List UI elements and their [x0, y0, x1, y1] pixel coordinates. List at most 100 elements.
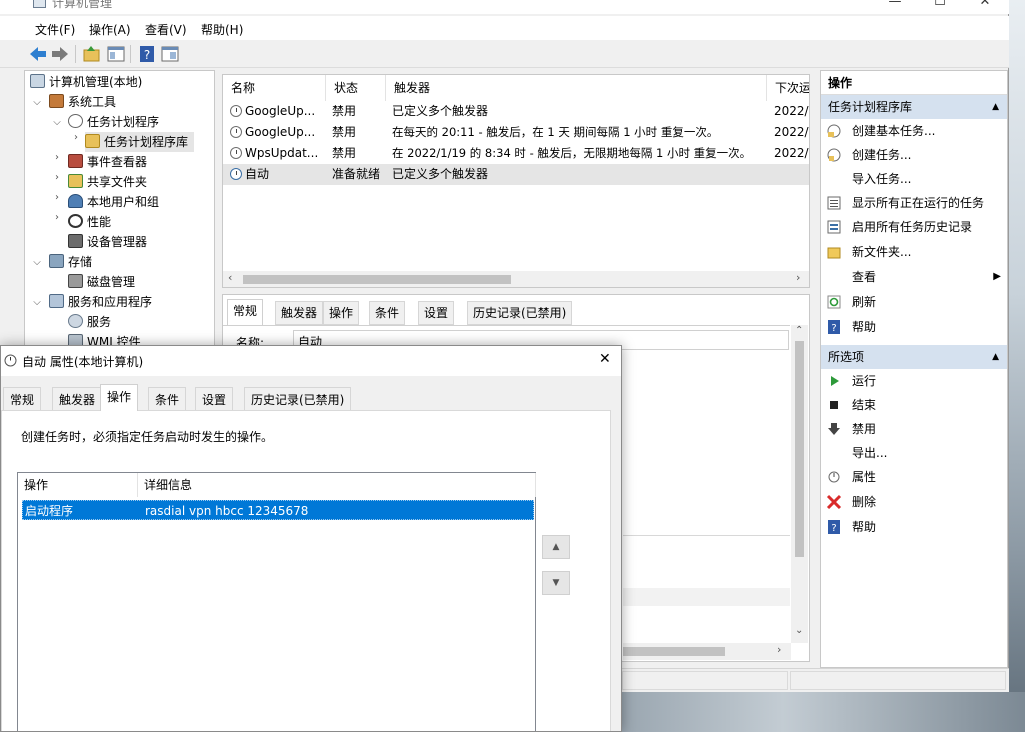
show-hide-console-tree-icon[interactable] [106, 44, 126, 64]
move-up-button[interactable]: ▲ [542, 535, 570, 559]
dialog-tab-conditions[interactable]: 条件 [148, 387, 187, 411]
table-row[interactable]: WpsUpdat... 禁用 在 2022/1/19 的 8:34 时 - 触发… [223, 143, 809, 164]
section-header-selected-item[interactable]: 所选项 ▲ [821, 345, 1007, 369]
chevron-right-icon[interactable]: › [51, 172, 63, 183]
help-icon: ? [828, 520, 840, 534]
tree-item-services[interactable]: 服务 [68, 312, 111, 332]
tools-icon [49, 94, 64, 108]
column-header-details[interactable]: 详细信息 [138, 473, 536, 497]
tab-conditions[interactable]: 条件 [369, 301, 406, 325]
tree-item-local-users-groups[interactable]: 本地用户和组 [68, 192, 159, 212]
tree-item-services-apps[interactable]: 服务和应用程序 [49, 292, 152, 312]
chevron-right-icon[interactable]: › [51, 152, 63, 163]
up-folder-icon[interactable] [82, 44, 102, 64]
chevron-down-icon[interactable]: ⌵ [31, 97, 43, 108]
chevron-down-icon[interactable]: ⌵ [51, 117, 63, 128]
chevron-right-icon[interactable]: › [51, 212, 63, 223]
action-run[interactable]: 运行 [821, 369, 1007, 393]
vertical-scrollbar[interactable]: ⌃ ⌄ [791, 325, 808, 643]
disk-icon [68, 274, 83, 288]
tree-item-event-viewer[interactable]: 事件查看器 [68, 152, 147, 172]
action-help-selected[interactable]: ? 帮助 [821, 515, 1007, 539]
tree-item-disk-management[interactable]: 磁盘管理 [68, 272, 135, 292]
table-row-selected[interactable]: 启动程序 rasdial vpn hbcc 12345678 [22, 500, 534, 520]
action-end[interactable]: 结束 [821, 393, 1007, 417]
tree-item-computer-management[interactable]: 计算机管理(本地) [30, 72, 142, 92]
column-header-action[interactable]: 操作 [18, 473, 138, 497]
dialog-tab-history[interactable]: 历史记录(已禁用) [244, 387, 352, 411]
scrollbar-thumb[interactable] [243, 275, 511, 284]
action-import-task[interactable]: 导入任务... [821, 167, 1007, 191]
tree-item-storage[interactable]: 存储 [49, 252, 92, 272]
action-view[interactable]: 查看 ▶ [821, 265, 1007, 289]
tree-item-device-manager[interactable]: 设备管理器 [68, 232, 147, 252]
tab-triggers[interactable]: 触发器 [275, 301, 324, 325]
column-header-name[interactable]: 名称 [223, 75, 326, 101]
scrollbar-thumb[interactable] [795, 341, 804, 557]
help-icon[interactable]: ? [137, 44, 157, 64]
tab-general[interactable]: 常规 [227, 299, 264, 326]
maximize-button[interactable]: ☐ [925, 0, 955, 9]
collapse-icon[interactable]: ▲ [992, 95, 999, 119]
horizontal-scrollbar[interactable]: ‹ › [223, 271, 809, 287]
chevron-down-icon[interactable]: ⌵ [31, 297, 43, 308]
scroll-up-icon[interactable]: ⌃ [795, 325, 803, 336]
menu-action[interactable]: 操作(A) [89, 21, 131, 38]
action-refresh[interactable]: 刷新 [821, 290, 1007, 314]
clock-icon [4, 354, 17, 367]
action-help[interactable]: ? 帮助 [821, 315, 1007, 339]
task-list: 名称 状态 触发器 下次运 GoogleUp... 禁用 已定义多个触发器 20… [222, 74, 810, 288]
scroll-left-icon[interactable]: ‹ [228, 271, 232, 284]
menu-help[interactable]: 帮助(H) [201, 21, 243, 38]
table-row[interactable]: GoogleUp... 禁用 已定义多个触发器 2022/ [223, 101, 809, 122]
tree-item-label: 设备管理器 [87, 235, 148, 249]
chevron-right-icon[interactable]: › [51, 192, 63, 203]
properties-icon[interactable] [160, 44, 180, 64]
tree-item-task-scheduler-library[interactable]: 任务计划程序库 [85, 132, 195, 152]
collapse-icon[interactable]: ▲ [992, 345, 999, 369]
scrollbar-thumb[interactable] [623, 647, 725, 656]
move-down-button[interactable]: ▼ [542, 571, 570, 595]
tree-item-task-scheduler[interactable]: 任务计划程序 [68, 112, 159, 132]
action-disable[interactable]: 禁用 [821, 417, 1007, 441]
dialog-tab-triggers[interactable]: 触发器 [52, 387, 103, 411]
action-display-running-tasks[interactable]: 显示所有正在运行的任务 [821, 191, 1007, 215]
chevron-right-icon[interactable]: › [70, 132, 82, 143]
horizontal-scrollbar[interactable]: › [623, 643, 791, 660]
dialog-tab-settings[interactable]: 设置 [195, 387, 234, 411]
dialog-tab-actions[interactable]: 操作 [100, 384, 139, 411]
action-create-task[interactable]: 创建任务... [821, 143, 1007, 167]
scroll-down-icon[interactable]: ⌄ [795, 625, 803, 636]
dialog-tab-general[interactable]: 常规 [3, 387, 42, 411]
action-create-basic-task[interactable]: 创建基本任务... [821, 119, 1007, 143]
table-row-selected[interactable]: 自动 准备就绪 已定义多个触发器 [223, 164, 809, 185]
tab-history[interactable]: 历史记录(已禁用) [467, 301, 573, 325]
action-delete[interactable]: 删除 [821, 490, 1007, 514]
table-row[interactable]: GoogleUp... 禁用 在每天的 20:11 - 触发后，在 1 天 期间… [223, 122, 809, 143]
tree-item-shared-folders[interactable]: 共享文件夹 [68, 172, 147, 192]
tab-actions[interactable]: 操作 [323, 301, 360, 325]
chevron-down-icon[interactable]: ⌵ [31, 257, 43, 268]
forward-icon[interactable] [50, 44, 70, 64]
column-header-status[interactable]: 状态 [326, 75, 386, 101]
back-icon[interactable] [28, 44, 48, 64]
action-enable-history[interactable]: 启用所有任务历史记录 [821, 215, 1007, 239]
close-button[interactable]: ✕ [970, 0, 1000, 9]
action-new-folder[interactable]: 新文件夹... [821, 240, 1007, 264]
action-label: 刷新 [852, 295, 877, 309]
menu-view[interactable]: 查看(V) [145, 21, 187, 38]
column-header-next-run[interactable]: 下次运 [767, 75, 809, 101]
minimize-button[interactable]: — [880, 0, 910, 9]
column-header-triggers[interactable]: 触发器 [386, 75, 767, 101]
scroll-right-icon[interactable]: › [796, 271, 800, 284]
section-header-task-library[interactable]: 任务计划程序库 ▲ [821, 95, 1007, 119]
tab-settings[interactable]: 设置 [418, 301, 455, 325]
menu-file[interactable]: 文件(F) [35, 21, 75, 38]
action-export[interactable]: 导出... [821, 441, 1007, 465]
dialog-close-button[interactable]: ✕ [599, 351, 611, 367]
tree-item-performance[interactable]: 性能 [68, 212, 111, 232]
help-icon: ? [828, 320, 840, 334]
tree-item-system-tools[interactable]: 系统工具 [49, 92, 116, 112]
action-properties[interactable]: 属性 [821, 465, 1007, 489]
scroll-right-icon[interactable]: › [777, 643, 781, 656]
